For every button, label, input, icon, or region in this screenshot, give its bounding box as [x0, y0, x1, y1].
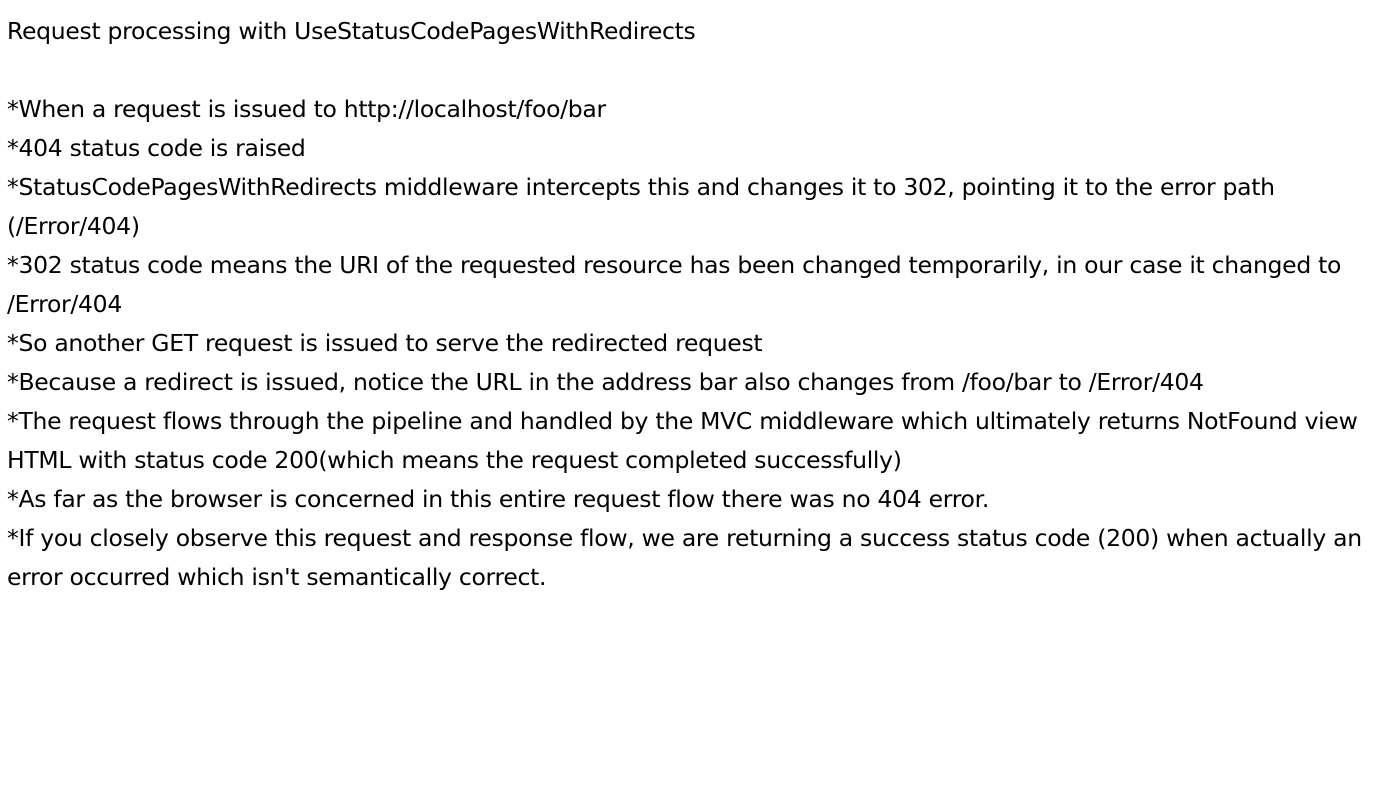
document-title: Request processing with UseStatusCodePag… [7, 17, 696, 45]
point-404-raised: *404 status code is raised [7, 134, 306, 162]
point-302-meaning: *302 status code means the URI of the re… [7, 251, 1342, 318]
point-mvc-returns: *The request flows through the pipeline … [7, 407, 1358, 474]
point-url-changes: *Because a redirect is issued, notice th… [7, 368, 1204, 396]
point-middleware-intercepts: *StatusCodePagesWithRedirects middleware… [7, 173, 1275, 240]
point-not-semantically-correct: *If you closely observe this request and… [7, 524, 1362, 591]
document-body: Request processing with UseStatusCodePag… [7, 12, 1369, 597]
point-no-404-error: *As far as the browser is concerned in t… [7, 485, 990, 513]
point-get-request: *So another GET request is issued to ser… [7, 329, 763, 357]
point-request-issued: *When a request is issued to http://loca… [7, 95, 606, 123]
